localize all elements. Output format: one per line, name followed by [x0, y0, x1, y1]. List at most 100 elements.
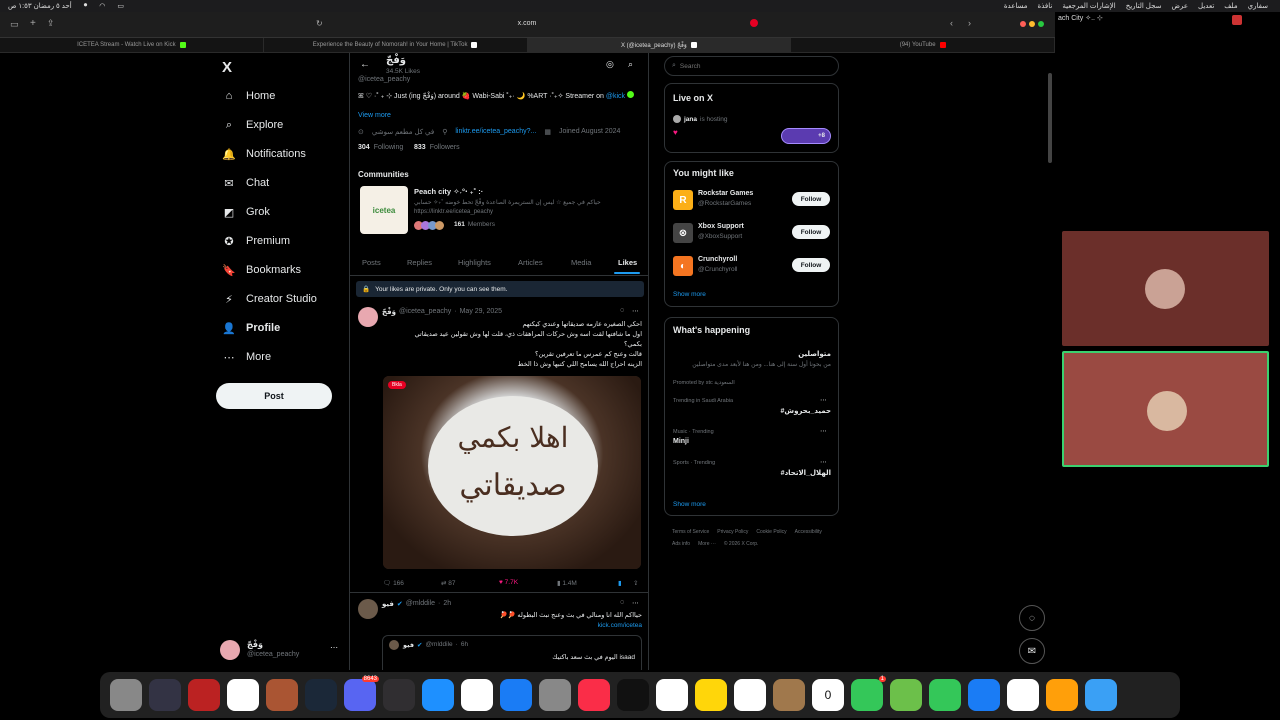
tweet-avatar[interactable] [358, 307, 378, 327]
trash-icon[interactable] [110, 679, 142, 711]
tweet-link[interactable]: kick.com/icetea [382, 622, 642, 629]
menubar-item[interactable]: الإشارات المرجعية [1062, 2, 1115, 10]
facetime-video-tile-active[interactable] [1062, 351, 1269, 467]
account-more-icon[interactable]: ⋯ [330, 643, 338, 652]
tweet-date[interactable]: May 29, 2025 [460, 308, 502, 316]
nav-item-more[interactable]: ⋯ More [222, 350, 272, 364]
launchpad-icon[interactable] [1046, 679, 1078, 711]
freeform-icon[interactable] [656, 679, 688, 711]
footer-link[interactable]: © 2026 X Corp. [724, 538, 759, 550]
forward-icon[interactable]: › [968, 18, 971, 28]
account-switcher[interactable]: وَفْجّ @icetea_peachy ⋯ [220, 638, 345, 664]
footer-link[interactable]: Cookie Policy [756, 526, 786, 538]
view-more-link[interactable]: View more [358, 112, 391, 119]
reload-icon[interactable]: ↻ [316, 19, 323, 28]
opera-2-icon[interactable] [1007, 679, 1039, 711]
community-card[interactable]: icetea Peach city ✧˖°‧ ₊˚ :· حياكم في جم… [358, 184, 641, 239]
share-icon[interactable]: ⇪ [47, 18, 55, 29]
tweet-more-icon[interactable]: ⋯ [632, 599, 639, 607]
tweet-card[interactable]: فيو ✔ @mlddile · 2h ◌ ⋯ حيااكم الله انا … [350, 595, 648, 670]
nav-item-bookmarks[interactable]: 🔖 Bookmarks [222, 263, 301, 277]
tab-likes[interactable]: Likes [618, 258, 637, 267]
menubar-item[interactable]: عرض [1172, 2, 1189, 10]
screenshot-icon[interactable] [149, 679, 181, 711]
grok-float-icon[interactable]: ◌ [1019, 605, 1045, 631]
tab-highlights[interactable]: Highlights [458, 258, 491, 267]
maps-icon[interactable] [890, 679, 922, 711]
tweet-more-icon[interactable]: ⋯ [632, 307, 639, 315]
menubar-item[interactable]: سجل التاريخ [1126, 2, 1162, 10]
app-store-icon[interactable] [500, 679, 532, 711]
nav-item-creator-studio[interactable]: ⚡ Creator Studio [222, 292, 317, 306]
nav-item-explore[interactable]: ⌕ Explore [222, 118, 283, 132]
page-scrollbar[interactable] [1048, 73, 1052, 163]
steam-icon[interactable] [305, 679, 337, 711]
menubar-item[interactable]: تعديل [1198, 2, 1214, 10]
tweet-time[interactable]: 2h [443, 600, 451, 608]
show-more-link[interactable]: Show more [673, 291, 706, 298]
zoom-window-button[interactable] [1038, 21, 1044, 27]
suggestion-row[interactable]: ⊗ Xbox Support @XboxSupport Follow [665, 221, 838, 249]
pinterest-icon[interactable] [750, 19, 758, 27]
tab-posts[interactable]: Posts [362, 258, 381, 267]
close-window-button[interactable] [1020, 21, 1026, 27]
footer-link[interactable]: Privacy Policy [717, 526, 748, 538]
grok-profile-icon[interactable]: ◎ [606, 59, 614, 70]
footer-link[interactable]: More ··· [698, 538, 716, 550]
show-more-trends-link[interactable]: Show more [673, 501, 706, 508]
menubar-item[interactable]: سفاري [1248, 2, 1268, 10]
discord-icon[interactable]: 8643 [344, 676, 379, 711]
x-logo-icon[interactable]: X [222, 59, 232, 76]
browser-tab[interactable]: (94) YouTube [791, 38, 1055, 52]
contacts-icon[interactable] [773, 679, 805, 711]
mail-icon[interactable] [968, 679, 1000, 711]
reminders-icon[interactable] [734, 679, 766, 711]
trend-item[interactable]: Trending in Saudi Arabia ⋯ #حميد_بحروش [665, 396, 838, 422]
follow-button[interactable]: Follow [792, 225, 830, 239]
grok-tweet-icon[interactable]: ◌ [620, 599, 624, 606]
tweet-author-handle[interactable]: @mlddile [406, 600, 435, 608]
profile-search-icon[interactable]: ⌕ [628, 59, 633, 70]
control-center-icon[interactable]: ⏺ [84, 2, 88, 10]
tab-media[interactable]: Media [571, 258, 591, 267]
game-icon[interactable] [266, 679, 298, 711]
nav-item-premium[interactable]: ✪ Premium [222, 234, 290, 248]
photos-icon[interactable] [461, 679, 493, 711]
footer-link[interactable]: Ads info [672, 538, 690, 550]
back-icon[interactable]: ‹ [950, 18, 953, 28]
nav-item-home[interactable]: ⌂ Home [222, 89, 276, 103]
opera-gx-icon[interactable] [188, 679, 220, 711]
back-arrow-icon[interactable]: ← [360, 59, 370, 70]
tweet-avatar[interactable] [358, 599, 378, 619]
tweet-image[interactable]: اهلا بكمي صديقاتي Bkla [383, 376, 641, 569]
opera-icon[interactable] [227, 679, 259, 711]
footer-link[interactable]: Terms of Service [672, 526, 709, 538]
reply-button[interactable]: 🗨 166 [383, 579, 404, 587]
suggestion-row[interactable]: ◐ Crunchyroll @Crunchyroll Follow [665, 254, 838, 282]
pinterest-save-badge[interactable]: Bkla [388, 381, 406, 389]
suggestion-row[interactable]: R Rockstar Games @RockstarGames Follow [665, 188, 838, 216]
nav-item-notifications[interactable]: 🔔 Notifications [222, 147, 306, 161]
kick-link[interactable]: @kick [606, 93, 625, 100]
like-button[interactable]: ♥ 7.7K [499, 579, 518, 586]
obs-icon[interactable] [383, 679, 415, 711]
wifi-icon[interactable]: ◠ [99, 2, 105, 10]
browser-tab[interactable]: ICETEA Stream - Watch Live on Kick [0, 38, 264, 52]
followers-stat[interactable]: 833 Followers [414, 144, 460, 151]
tweet-author-name[interactable]: وَفْجّ [382, 308, 396, 316]
trend-more-icon[interactable]: ⋯ [820, 458, 827, 466]
promo-title[interactable]: متواصلين [673, 350, 831, 358]
music-icon[interactable] [578, 679, 610, 711]
safari-icon[interactable] [422, 679, 454, 711]
tweet-author-handle[interactable]: @icetea_peachy [399, 308, 451, 316]
calendar-icon[interactable]: 0 [812, 679, 844, 711]
new-tab-icon[interactable]: + [30, 18, 36, 29]
messages-float-icon[interactable]: ✉ [1019, 638, 1045, 664]
follow-button[interactable]: Follow [792, 258, 830, 272]
settings-icon[interactable] [539, 679, 571, 711]
facetime-video-tile[interactable] [1062, 231, 1269, 346]
tv-icon[interactable] [617, 679, 649, 711]
repost-button[interactable]: ⇄ 87 [441, 579, 456, 587]
nav-item-chat[interactable]: ✉ Chat [222, 176, 269, 190]
share-tweet-icon[interactable]: ⇪ [633, 579, 638, 587]
